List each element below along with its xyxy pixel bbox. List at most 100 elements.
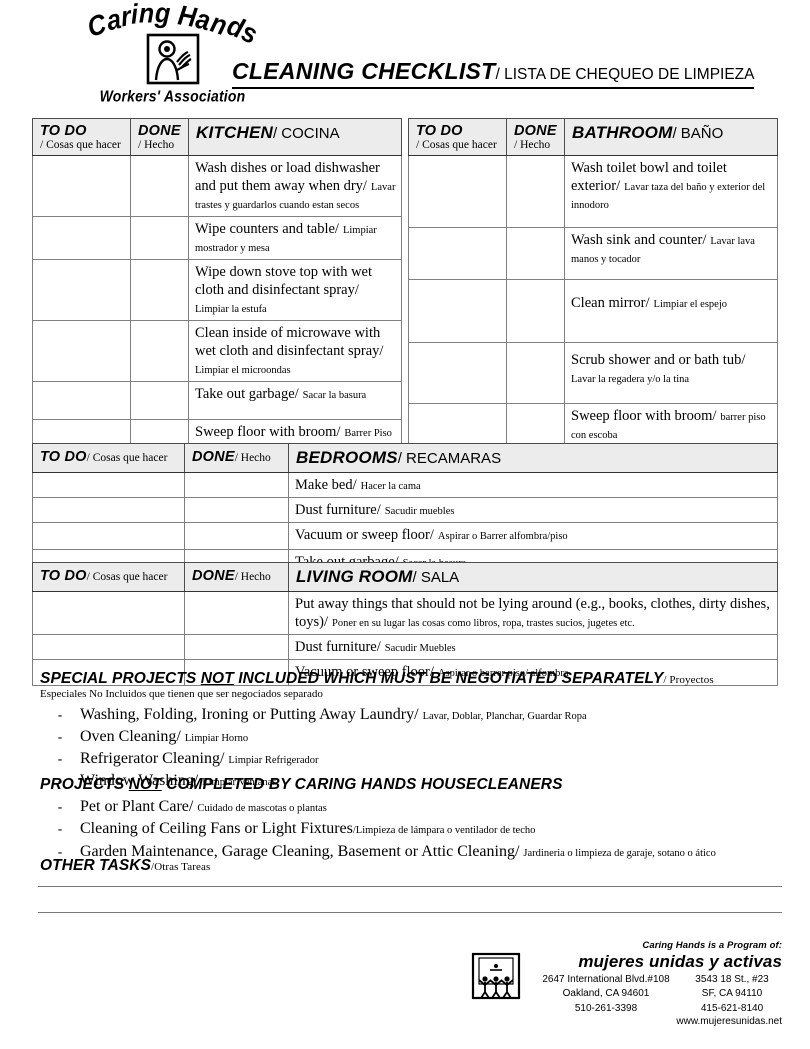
done-checkbox-cell[interactable] xyxy=(130,216,189,260)
header-todo: TO DO/ Cosas que hacer xyxy=(32,443,185,473)
todo-checkbox-cell[interactable] xyxy=(32,497,185,523)
page-title-en: CLEANING CHECKLIST xyxy=(232,58,496,84)
item-text-es: Cuidado de mascotas o plantas xyxy=(197,803,327,815)
task-text-es: Hacer la cama xyxy=(360,481,421,492)
done-checkbox-cell[interactable] xyxy=(506,226,565,281)
done-checkbox-cell[interactable] xyxy=(184,497,289,523)
done-checkbox-cell[interactable] xyxy=(130,381,189,420)
done-checkbox-cell[interactable] xyxy=(184,472,289,498)
done-checkbox-cell[interactable] xyxy=(506,279,565,343)
todo-checkbox-cell[interactable] xyxy=(408,341,507,404)
header-room-es: / BAÑO xyxy=(672,125,724,142)
list-item: - Refrigerator Cleaning/ Limpiar Refrige… xyxy=(40,747,780,769)
header-done: DONE / Hecho xyxy=(130,118,189,156)
header-room-kitchen: KITCHEN/ COCINA xyxy=(188,118,402,156)
header-done-en: DONE xyxy=(138,123,181,139)
item-text-en: Cleaning of Ceiling Fans or Light Fixtur… xyxy=(80,820,353,838)
todo-checkbox-cell[interactable] xyxy=(32,381,131,420)
table-header-row: TO DO/ Cosas que hacer DONE/ Hecho BEDRO… xyxy=(32,443,778,473)
item-text-en: Pet or Plant Care/ xyxy=(80,798,194,816)
cleaning-checklist-page: Caring Hands Workers' Association CLEANI… xyxy=(0,0,810,1049)
task-text-en: Dust furniture/ xyxy=(295,639,381,655)
bullet-dash: - xyxy=(57,750,63,766)
logo-arc-text: Caring Hands xyxy=(84,0,261,51)
oakland-phone: 510-261-3398 xyxy=(574,1002,638,1014)
task-text-en: Vacuum or sweep floor/ xyxy=(295,527,434,543)
sp-head-not: NOT xyxy=(200,670,234,687)
footer-website[interactable]: www.mujeresunidas.net xyxy=(530,1016,782,1027)
other-tasks-en: OTHER TASKS xyxy=(40,857,152,874)
done-checkbox-cell[interactable] xyxy=(184,591,289,635)
bullet-dash: - xyxy=(57,706,63,722)
bedrooms-table: TO DO/ Cosas que hacer DONE/ Hecho BEDRO… xyxy=(32,443,778,576)
header-done-es: / Hecho xyxy=(514,139,551,151)
task-text-en: Wipe down stove top with wet cloth and d… xyxy=(195,264,373,298)
header-done: DONE / Hecho xyxy=(506,118,565,156)
header-todo-es: / Cosas que hacer xyxy=(416,139,497,151)
task-cell: Wipe down stove top with wet cloth and d… xyxy=(188,259,402,321)
header-todo-en: TO DO xyxy=(40,123,87,139)
todo-checkbox-cell[interactable] xyxy=(32,472,185,498)
done-checkbox-cell[interactable] xyxy=(130,320,189,382)
task-cell: Clean mirror/ Limpiar el espejo xyxy=(564,279,778,343)
header-done-es: / Hecho xyxy=(138,139,175,151)
task-text-en: Make bed/ xyxy=(295,477,357,493)
todo-checkbox-cell[interactable] xyxy=(408,226,507,281)
task-cell: Put away things that should not be lying… xyxy=(288,591,778,635)
header-todo-en: TO DO xyxy=(40,449,87,465)
done-checkbox-cell[interactable] xyxy=(506,341,565,404)
blank-line-1[interactable] xyxy=(38,886,782,887)
table-row: Wipe down stove top with wet cloth and d… xyxy=(32,259,402,321)
task-text-en: Scrub shower and or bath tub/ xyxy=(571,351,746,368)
task-cell: Take out garbage/ Sacar la basura xyxy=(188,381,402,420)
todo-checkbox-cell[interactable] xyxy=(32,259,131,321)
table-header-row: TO DO / Cosas que hacer DONE / Hecho KIT… xyxy=(32,118,402,156)
done-checkbox-cell[interactable] xyxy=(506,155,565,228)
task-cell: Wash toilet bowl and toilet exterior/ La… xyxy=(564,155,778,228)
done-checkbox-cell[interactable] xyxy=(130,419,189,445)
bullet-dash: - xyxy=(57,821,63,837)
done-checkbox-cell[interactable] xyxy=(184,522,289,550)
special-projects-section: SPECIAL PROJECTS NOT INCLUDED WHICH MUST… xyxy=(40,670,780,791)
todo-checkbox-cell[interactable] xyxy=(408,155,507,228)
task-cell: Vacuum or sweep floor/ Aspirar o Barrer … xyxy=(288,522,778,550)
table-row: Sweep floor with broom/ Barrer Piso xyxy=(32,419,402,445)
todo-checkbox-cell[interactable] xyxy=(32,216,131,260)
todo-checkbox-cell[interactable] xyxy=(32,320,131,382)
done-checkbox-cell[interactable] xyxy=(184,634,289,660)
todo-checkbox-cell[interactable] xyxy=(32,522,185,550)
living-room-table: TO DO/ Cosas que hacer DONE/ Hecho LIVIN… xyxy=(32,562,778,686)
header-todo-es: / Cosas que hacer xyxy=(40,139,121,151)
task-cell: Scrub shower and or bath tub/ Lavar la r… xyxy=(564,341,778,404)
todo-checkbox-cell[interactable] xyxy=(32,591,185,635)
blank-line-2[interactable] xyxy=(38,912,782,913)
done-checkbox-cell[interactable] xyxy=(130,155,189,217)
bullet-dash: - xyxy=(57,799,63,815)
task-text-es: Sacudir Muebles xyxy=(384,643,456,654)
footer-program-line: Caring Hands is a Program of: xyxy=(642,940,782,951)
todo-checkbox-cell[interactable] xyxy=(32,155,131,217)
table-header-row: TO DO/ Cosas que hacer DONE/ Hecho LIVIN… xyxy=(32,562,778,592)
task-text-en: Clean inside of microwave with wet cloth… xyxy=(195,325,384,359)
logo-subtitle: Workers' Association xyxy=(99,87,246,105)
list-item: - Cleaning of Ceiling Fans or Light Fixt… xyxy=(40,818,780,840)
item-text-es: Limpiar Refrigerador xyxy=(228,754,319,766)
footer-contact-block: Caring Hands is a Program of: mujeres un… xyxy=(530,940,782,1027)
task-text-en: Wash dishes or load dishwasher and put t… xyxy=(195,160,380,194)
header-todo: TO DO/ Cosas que hacer xyxy=(32,562,185,592)
task-text-en: Take out garbage/ xyxy=(195,386,299,402)
todo-checkbox-cell[interactable] xyxy=(32,419,131,445)
table-header-row: TO DO / Cosas que hacer DONE / Hecho BAT… xyxy=(408,118,778,156)
special-projects-heading: SPECIAL PROJECTS NOT INCLUDED WHICH MUST… xyxy=(40,670,780,688)
header-room-living: LIVING ROOM/ SALA xyxy=(288,562,778,592)
done-checkbox-cell[interactable] xyxy=(130,259,189,321)
task-cell: Clean inside of microwave with wet cloth… xyxy=(188,320,402,382)
item-text-es: Lavar, Doblar, Planchar, Guardar Ropa xyxy=(422,710,587,722)
table-row: Clean mirror/ Limpiar el espejo xyxy=(408,279,778,343)
header-done-es: / Hecho xyxy=(234,452,271,464)
todo-checkbox-cell[interactable] xyxy=(32,634,185,660)
task-cell: Wash dishes or load dishwasher and put t… xyxy=(188,155,402,217)
task-cell: Dust furniture/ Sacudir muebles xyxy=(288,497,778,523)
todo-checkbox-cell[interactable] xyxy=(408,279,507,343)
not-completed-section: PROJECTS NOT COMPLETED BY CARING HANDS H… xyxy=(40,776,780,862)
